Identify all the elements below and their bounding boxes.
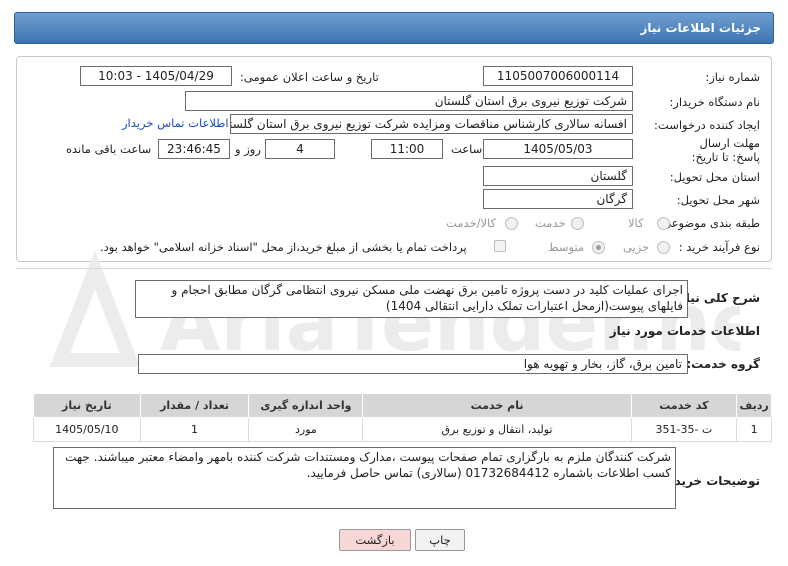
service-group-field: تامین برق، گاز، بخار و تهویه هوا [138, 354, 688, 374]
cell-row: 1 [736, 417, 772, 442]
process-minor-radio[interactable] [657, 241, 670, 254]
deadline-date-field: 1405/05/03 [483, 139, 633, 159]
process-minor-text: جزیی [623, 240, 650, 254]
buyer-org-field: شرکت توزیع نیروی برق استان گلستان [185, 91, 633, 111]
page-header: جزئیات اطلاعات نیاز [14, 12, 774, 44]
need-number-field: 1105007006000114 [483, 66, 633, 86]
service-group-label: گروه خدمت: [686, 357, 760, 371]
category-both-radio[interactable] [505, 217, 518, 230]
province-field: گلستان [483, 166, 633, 186]
table-row: 1 ت -35-351 تولید، انتقال و توزیع برق مو… [33, 417, 772, 442]
category-service-radio[interactable] [571, 217, 584, 230]
need-info-panel [16, 56, 772, 262]
time-remaining-label: ساعت باقی مانده [66, 142, 152, 156]
days-label: روز و [235, 142, 261, 156]
time-remaining-field: 23:46:45 [158, 139, 230, 159]
city-label: شهر محل تحویل: [676, 193, 760, 207]
services-table-header: ردیف کد خدمت نام خدمت واحد اندازه گیری ت… [33, 393, 772, 418]
city-field: گرگان [483, 189, 633, 209]
province-label: استان محل تحویل: [669, 170, 760, 184]
services-section-title: اطلاعات خدمات مورد نیاز [609, 324, 760, 338]
days-remaining-field: 4 [265, 139, 335, 159]
announce-date-field: 1405/04/29 - 10:03 [80, 66, 232, 86]
services-table: ردیف کد خدمت نام خدمت واحد اندازه گیری ت… [33, 393, 772, 442]
col-need-date: تاریخ نیاز [33, 393, 141, 418]
category-service-text: خدمت [535, 216, 566, 230]
cell-service-name: تولید، انتقال و توزیع برق [362, 417, 632, 442]
process-label: نوع فرآیند خرید : [678, 240, 760, 254]
creator-label: ایجاد کننده درخواست: [654, 118, 760, 132]
section-divider [16, 268, 772, 269]
cell-service-code: ت -35-351 [630, 417, 738, 442]
description-text: اجرای عملیات کلید در دست پروژه تامین برق… [135, 280, 688, 318]
process-medium-radio[interactable] [592, 241, 605, 254]
deadline-time-field: 11:00 [371, 139, 443, 159]
col-unit: واحد اندازه گیری [248, 393, 364, 418]
buyer-notes-text: شرکت کنندگان ملزم به بارگزاری تمام صفحات… [53, 447, 676, 509]
back-button[interactable]: بازگشت [339, 529, 411, 551]
category-goods-text: کالا [628, 216, 644, 230]
buyer-org-label: نام دستگاه خریدار: [669, 95, 760, 109]
announce-label: تاریخ و ساعت اعلان عمومی: [240, 70, 379, 84]
category-both-text: کالا/خدمت [446, 216, 497, 230]
page-title: جزئیات اطلاعات نیاز [640, 21, 761, 35]
process-medium-text: متوسط [548, 240, 585, 254]
cell-unit: مورد [248, 417, 364, 442]
col-quantity: تعداد / مقدار [139, 393, 250, 418]
creator-field: افسانه سالاری کارشناس مناقصات ومزایده شر… [230, 114, 633, 134]
cell-quantity: 1 [139, 417, 250, 442]
need-number-label: شماره نیاز: [705, 70, 760, 84]
deadline-time-label: ساعت [451, 142, 483, 156]
col-service-name: نام خدمت [362, 393, 632, 418]
buyer-contact-link[interactable]: اطلاعات تماس خریدار [122, 116, 229, 130]
print-button[interactable]: چاپ [415, 529, 465, 551]
treasury-payment-checkbox[interactable] [494, 240, 506, 252]
col-service-code: کد خدمت [630, 393, 738, 418]
cell-need-date: 1405/05/10 [33, 417, 141, 442]
col-row: ردیف [736, 393, 772, 418]
category-label: طبقه بندی موضوعی: [658, 216, 760, 230]
deadline-label: مهلت ارسال پاسخ: تا تاریخ: [691, 136, 760, 164]
category-goods-radio[interactable] [657, 217, 670, 230]
treasury-payment-note: پرداخت تمام یا بخشی از مبلغ خرید،از محل … [100, 240, 467, 254]
